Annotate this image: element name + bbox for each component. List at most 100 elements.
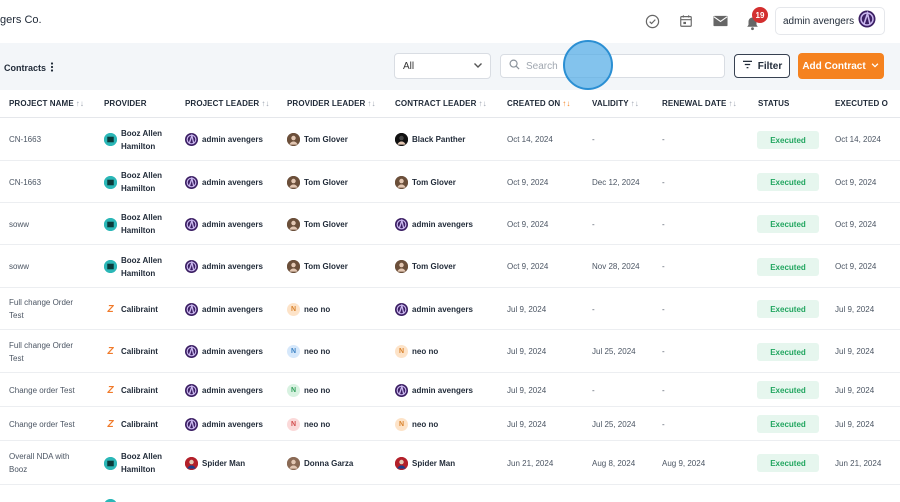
avengers-avatar-icon bbox=[185, 417, 198, 431]
project-name-cell: Change order Test bbox=[9, 407, 75, 441]
renewal-date-cell-text: - bbox=[662, 304, 665, 314]
validity-cell: Aug 8, 2024 bbox=[592, 441, 635, 485]
sort-icon[interactable]: ↑↓ bbox=[631, 99, 639, 108]
executed-on-cell: Oct 9, 2024 bbox=[835, 161, 876, 203]
table-row[interactable]: Overall NDA with Booz Booz Allen Hamilton Sp… bbox=[0, 441, 900, 485]
validity-cell: - bbox=[592, 288, 595, 330]
breadcrumb-label: Contracts bbox=[4, 63, 47, 73]
breadcrumb[interactable]: Contracts bbox=[4, 62, 54, 74]
provider-cell-text: Booz Allen Hamilton bbox=[121, 254, 162, 280]
project-leader-cell-line: admin avengers bbox=[202, 135, 263, 144]
column-header[interactable]: PROVIDER bbox=[104, 99, 147, 108]
provider-cell: Booz Allen Hamilton bbox=[104, 245, 162, 288]
table-row[interactable]: soww Booz Allen Hamilton admin avengers Tom … bbox=[0, 245, 900, 288]
renewal-date-cell: - bbox=[662, 407, 665, 441]
column-header[interactable]: CONTRACT LEADER ↑↓ bbox=[395, 99, 487, 108]
executed-on-cell: Jul 9, 2024 bbox=[835, 330, 874, 373]
provider-cell: Booz Allen Hamilton bbox=[104, 203, 162, 245]
column-header[interactable]: RENEWAL DATE ↑↓ bbox=[662, 99, 737, 108]
column-header[interactable]: EXECUTED O bbox=[835, 99, 888, 108]
search-icon bbox=[509, 57, 520, 75]
column-header[interactable]: PROJECT NAME ↑↓ bbox=[9, 99, 84, 108]
user-photo-icon bbox=[395, 260, 408, 273]
renewal-date-cell-text: - bbox=[662, 135, 665, 144]
initial-avatar-icon: N bbox=[287, 345, 300, 358]
user-name: admin avengers bbox=[783, 15, 855, 27]
executed-on-cell: Oct 9, 2024 bbox=[835, 203, 876, 245]
table-row[interactable]: soww Booz Allen Hamilton admin avengers Tom … bbox=[0, 203, 900, 245]
project-name-cell-text: Change order Test bbox=[9, 384, 75, 397]
created-on-cell: Jul 9, 2024 bbox=[507, 288, 546, 330]
project-leader-cell-text: admin avengers bbox=[202, 384, 263, 397]
provider-leader-cell: Nneo no bbox=[287, 373, 330, 407]
sort-icon[interactable]: ↑↓ bbox=[479, 99, 487, 108]
project-name-cell-text: soww bbox=[9, 260, 29, 273]
check-circle-icon[interactable] bbox=[643, 12, 661, 30]
user-menu[interactable]: admin avengers bbox=[775, 7, 885, 35]
created-on-cell-text: Oct 9, 2024 bbox=[507, 262, 549, 271]
sort-icon[interactable]: ↑↓ bbox=[562, 99, 570, 108]
provider-leader-cell-text: Tom Glover bbox=[304, 262, 348, 271]
table-row[interactable]: Full change Order Test Z Calibraint admin av… bbox=[0, 330, 900, 373]
provider-cell: Z Calibraint bbox=[104, 288, 157, 330]
column-header[interactable]: CREATED ON ↑↓ bbox=[507, 99, 571, 108]
column-header[interactable]: VALIDITY ↑↓ bbox=[592, 99, 639, 108]
project-name-cell-line: Change order Test bbox=[9, 385, 75, 395]
renewal-date-cell: - bbox=[662, 203, 665, 245]
mail-icon[interactable] bbox=[711, 12, 729, 30]
filter-button[interactable]: Filter bbox=[734, 54, 790, 78]
project-name-cell: soww bbox=[9, 203, 29, 245]
renewal-date-cell-text: - bbox=[662, 419, 665, 429]
table-row[interactable]: Overall NDA Captain bbox=[0, 485, 900, 502]
provider-cell-line: Calibraint bbox=[121, 347, 158, 356]
project-leader-cell: admin avengers bbox=[185, 373, 263, 407]
project-name-cell-text: Full change Order Test bbox=[9, 296, 73, 322]
contract-leader-cell: Tom Glover bbox=[395, 161, 456, 203]
table-row[interactable]: Change order Test Z Calibraint admin avenge… bbox=[0, 373, 900, 407]
column-header[interactable]: PROJECT LEADER ↑↓ bbox=[185, 99, 270, 108]
executed-on-cell-text: Jun 21, 2024 bbox=[835, 458, 882, 468]
executed-on-cell-text: Oct 9, 2024 bbox=[835, 262, 877, 271]
project-name-cell-line: Test bbox=[9, 353, 24, 363]
sort-icon[interactable]: ↑↓ bbox=[261, 99, 269, 108]
project-leader-cell-text: Captain bbox=[185, 499, 214, 502]
sort-icon[interactable]: ↑↓ bbox=[76, 99, 84, 108]
executed-on-cell-text: Oct 14, 2024 bbox=[835, 135, 881, 144]
more-vertical-icon[interactable] bbox=[50, 62, 54, 74]
contract-leader-cell: admin avengers bbox=[395, 288, 473, 330]
provider-cell-line: Hamilton bbox=[121, 141, 156, 151]
search-input[interactable] bbox=[526, 60, 706, 72]
validity-cell-text: - bbox=[592, 219, 595, 229]
created-on-cell: Jul 9, 2024 bbox=[507, 407, 546, 441]
column-header[interactable]: PROVIDER LEADER ↑↓ bbox=[287, 99, 376, 108]
renewal-date-cell-text: - bbox=[662, 177, 665, 187]
project-leader-cell: admin avengers bbox=[185, 245, 263, 288]
table-row[interactable]: CN-1663 Booz Allen Hamilton admin avengers T… bbox=[0, 161, 900, 203]
created-on-cell: Oct 9, 2024 bbox=[507, 161, 548, 203]
sort-icon[interactable]: ↑↓ bbox=[728, 99, 736, 108]
contract-leader-cell-text: admin avengers bbox=[412, 304, 473, 314]
contract-leader-cell: admin avengers bbox=[395, 373, 473, 407]
created-on-cell-text: Jul 9, 2024 bbox=[507, 347, 547, 356]
created-on-cell-text: Oct 9, 2024 bbox=[507, 177, 549, 187]
provider-cell-line: Hamilton bbox=[121, 268, 156, 278]
status-select[interactable]: All bbox=[394, 53, 491, 79]
column-header-label: VALIDITY bbox=[592, 99, 629, 108]
sort-icon[interactable]: ↑↓ bbox=[367, 99, 375, 108]
created-on-cell-text: Oct 9, 2024 bbox=[507, 219, 549, 229]
renewal-date-cell: - bbox=[662, 373, 665, 407]
validity-cell: - bbox=[592, 118, 595, 161]
add-contract-button[interactable]: Add Contract bbox=[798, 53, 884, 79]
user-photo-icon bbox=[287, 456, 300, 470]
column-header[interactable]: STATUS bbox=[758, 99, 789, 108]
table-row[interactable]: Full change Order Test Z Calibraint admin av… bbox=[0, 288, 900, 330]
table-row[interactable]: Change order Test Z Calibraint admin avenge… bbox=[0, 407, 900, 441]
project-leader-cell: admin avengers bbox=[185, 161, 263, 203]
table-row[interactable]: CN-1663 Booz Allen Hamilton admin avengers T… bbox=[0, 118, 900, 161]
project-name-cell-line: Booz bbox=[9, 465, 28, 474]
validity-cell-text: Jul 25, 2024 bbox=[592, 347, 636, 356]
project-name-cell: soww bbox=[9, 245, 29, 288]
column-header-label: PROJECT LEADER bbox=[185, 99, 260, 108]
calibraint-logo-icon: Z bbox=[107, 418, 114, 430]
calendar-icon[interactable] bbox=[677, 12, 695, 30]
